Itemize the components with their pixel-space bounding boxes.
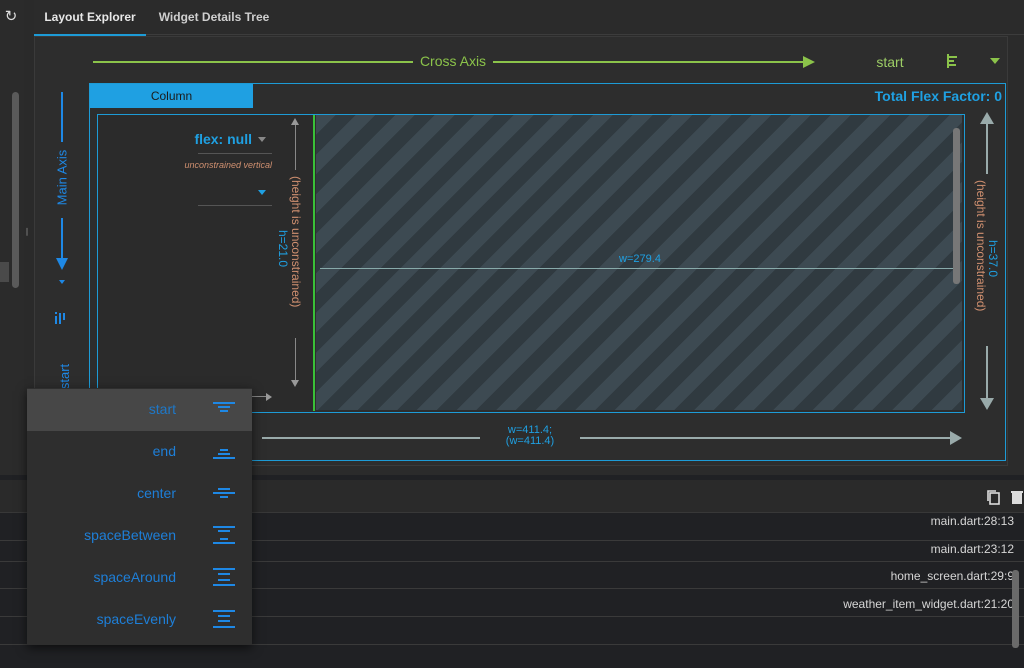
flex-dropdown-icon[interactable] bbox=[258, 137, 266, 142]
child-height-line bbox=[295, 120, 296, 170]
left-scrollbar[interactable] bbox=[12, 92, 19, 288]
dropdown-option-label: spaceBetween bbox=[84, 527, 176, 543]
free-space-scrollbar[interactable] bbox=[953, 128, 960, 284]
cross-axis-line bbox=[93, 61, 413, 63]
align-start-icon bbox=[213, 402, 235, 412]
dropdown-option-spacearound[interactable]: spaceAround bbox=[27, 557, 252, 599]
column-height-line bbox=[986, 124, 988, 174]
child-border-line bbox=[313, 115, 315, 411]
cross-axis-alignment-value[interactable]: start bbox=[860, 54, 920, 70]
main-axis-dropdown-icon[interactable] bbox=[59, 280, 65, 284]
free-space-width-line bbox=[320, 268, 958, 269]
dropdown-option-start[interactable]: start bbox=[27, 389, 252, 431]
main-axis-line bbox=[61, 92, 63, 142]
align-space-evenly-icon bbox=[213, 610, 235, 628]
column-label: Column bbox=[90, 84, 253, 108]
column-width-label: w=411.4; (w=411.4) bbox=[480, 425, 580, 447]
flex-underline bbox=[198, 153, 272, 154]
flex-value[interactable]: flex: null bbox=[150, 131, 252, 147]
cross-axis-start-icon[interactable] bbox=[945, 53, 961, 69]
column-height-arrow-up bbox=[980, 112, 994, 124]
main-axis-value-text: start bbox=[57, 363, 73, 390]
column-width-line bbox=[262, 437, 952, 439]
dropdown-option-label: start bbox=[148, 401, 176, 417]
align-end-icon bbox=[213, 449, 235, 459]
cross-axis-dropdown-icon[interactable] bbox=[990, 58, 1000, 64]
column-width-arrow bbox=[950, 431, 962, 445]
dropdown-option-spacebetween[interactable]: spaceBetween bbox=[27, 515, 252, 557]
align-center-icon bbox=[213, 488, 235, 498]
child-width-arrow bbox=[266, 393, 272, 401]
free-space-width: w=279.4 bbox=[619, 253, 661, 265]
main-axis-arrow bbox=[56, 258, 68, 270]
child-height-constraint: (height is unconstrained) bbox=[289, 176, 303, 308]
refresh-icon[interactable]: ↻ bbox=[2, 8, 20, 26]
dropdown-option-label: center bbox=[137, 485, 176, 501]
child-dropdown-icon[interactable] bbox=[258, 190, 266, 195]
dropdown-option-label: spaceEvenly bbox=[96, 611, 176, 627]
align-space-around-icon bbox=[213, 568, 235, 586]
left-panel-tab[interactable] bbox=[0, 262, 9, 282]
cross-axis-label: Cross Axis bbox=[419, 53, 487, 69]
cross-axis-line bbox=[493, 61, 803, 63]
dropdown-option-spaceevenly[interactable]: spaceEvenly bbox=[27, 599, 252, 641]
tab-layout-explorer[interactable]: Layout Explorer bbox=[34, 0, 146, 36]
align-space-between-icon bbox=[213, 526, 235, 544]
console-source-link[interactable]: main.dart:28:13 bbox=[614, 514, 1014, 528]
dropdown-option-center[interactable]: center bbox=[27, 473, 252, 515]
main-axis-label: Main Axis bbox=[42, 140, 82, 220]
console-source-link[interactable]: home_screen.dart:29:9 bbox=[614, 569, 1014, 583]
cross-axis-arrow bbox=[803, 56, 815, 68]
column-height-value: h=37.0 bbox=[986, 240, 1000, 278]
tab-widget-details-tree[interactable]: Widget Details Tree bbox=[150, 0, 278, 34]
splitter-grip-icon[interactable]: ∥ bbox=[25, 228, 33, 242]
console-source-link[interactable]: main.dart:23:12 bbox=[614, 542, 1014, 556]
column-height-line bbox=[986, 346, 988, 398]
dropdown-option-end[interactable]: end bbox=[27, 431, 252, 473]
child-dropdown-underline bbox=[198, 205, 272, 206]
main-axis-label-text: Main Axis bbox=[54, 149, 70, 206]
total-flex-factor: Total Flex Factor: 0 bbox=[874, 88, 1002, 104]
child-height-value: h=21.0 bbox=[276, 230, 290, 268]
console-source-link[interactable]: weather_item_widget.dart:21:20 bbox=[614, 597, 1014, 611]
child-height-arrow-down bbox=[291, 380, 299, 387]
delete-icon[interactable] bbox=[1010, 489, 1024, 505]
column-width-constraint: (w=411.4) bbox=[505, 435, 555, 447]
column-height-arrow-down bbox=[980, 398, 994, 410]
child-height-line bbox=[295, 338, 296, 382]
console-scrollbar[interactable] bbox=[1012, 570, 1019, 648]
main-axis-line bbox=[61, 218, 63, 260]
dropdown-option-label: spaceAround bbox=[93, 569, 176, 585]
copy-icon[interactable] bbox=[986, 489, 1000, 505]
dropdown-option-label: end bbox=[152, 443, 176, 459]
constraint-label: unconstrained vertical bbox=[184, 160, 272, 170]
main-axis-start-icon[interactable] bbox=[52, 310, 68, 326]
child-height-arrow-up bbox=[291, 118, 299, 125]
